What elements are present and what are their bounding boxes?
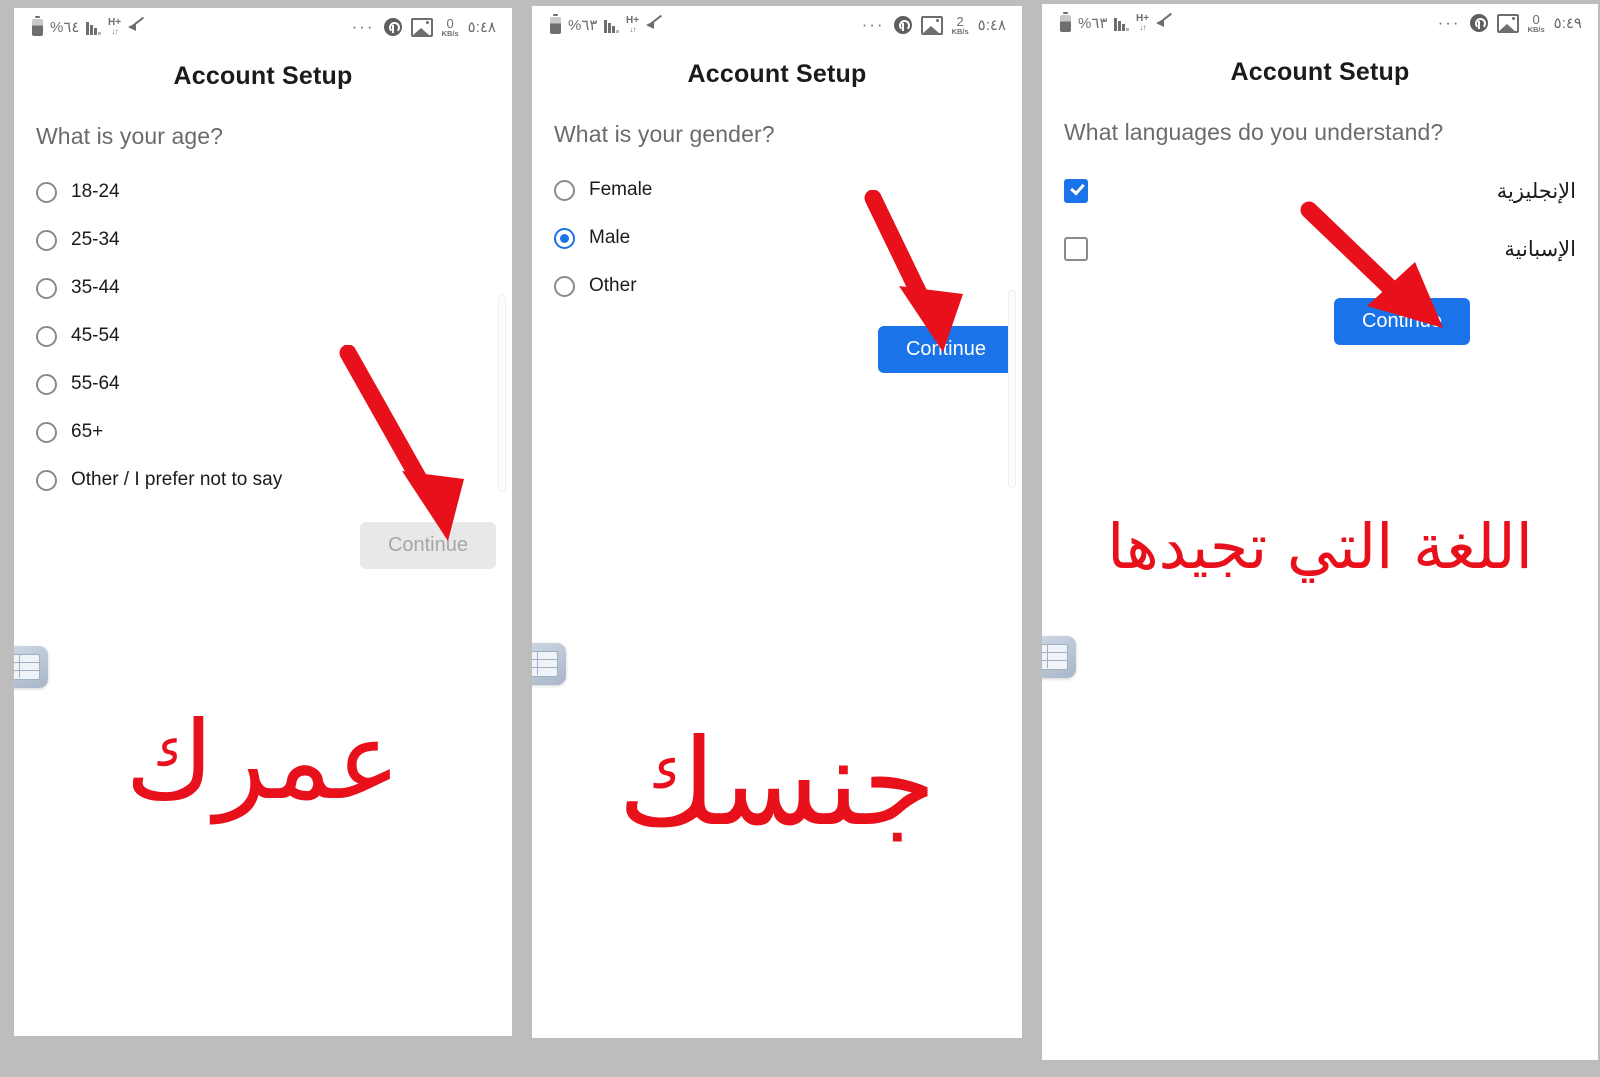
radio-icon[interactable] (36, 469, 57, 491)
status-bar-left-group: %٦٣ H+ ↓↑ (550, 13, 663, 34)
battery-percent-label: %٦٤ (50, 19, 80, 36)
battery-icon (550, 13, 561, 34)
phone-screenshot-languages-step: %٦٣ H+ ↓↑ ··· 0 KB/s ٥:٤٩ Account Setup (1042, 4, 1598, 1060)
continue-button[interactable]: Continue (359, 522, 496, 569)
checkbox-option-english[interactable]: الإنجليزية (1064, 162, 1576, 220)
annotation-text-languages: اللغة التي تجيدها (1107, 510, 1533, 583)
battery-icon (32, 15, 43, 36)
status-bar-right-group: ··· 2 KB/s ٥:٤٨ (862, 15, 1006, 36)
status-bar: %٦٣ H+ ↓↑ ··· 0 KB/s ٥:٤٩ (1042, 4, 1598, 42)
more-dots-icon: ··· (861, 15, 885, 34)
phone-screenshot-age-step: %٦٤ H+ ↓↑ ··· 0 KB/s ٥:٤٨ Account Setup (14, 8, 512, 1036)
continue-button-row: Continue (532, 310, 1022, 373)
radio-icon[interactable] (36, 373, 57, 395)
status-bar-right-group: ··· 0 KB/s ٥:٤٨ (352, 17, 496, 38)
radio-option-other[interactable]: Other / I prefer not to say (36, 456, 512, 504)
page-title: Account Setup (1230, 58, 1410, 86)
age-options-group: 18-24 25-34 35-44 45-54 55-64 65+ Other … (14, 150, 512, 504)
question-label: What is your age? (36, 123, 224, 149)
clock: ٥:٤٩ (1553, 15, 1582, 32)
data-speed-indicator: 2 KB/s (951, 13, 969, 36)
signal-bars-icon (604, 18, 619, 33)
continue-button-row: Continue (1042, 278, 1598, 345)
annotation-text-age: عمرك (125, 699, 401, 824)
keyboard-switcher-icon[interactable] (532, 643, 566, 685)
screenshot-collage: %٦٤ H+ ↓↑ ··· 0 KB/s ٥:٤٨ Account Setup (0, 0, 1600, 1077)
radio-icon[interactable] (36, 277, 57, 299)
more-dots-icon: ··· (351, 17, 375, 36)
vpn-icon (383, 18, 402, 36)
scrollbar[interactable] (498, 294, 506, 492)
screenshot-icon (920, 15, 943, 35)
volume-muted-icon (1156, 12, 1173, 31)
volume-muted-icon (646, 14, 663, 33)
network-hplus-icon: H+ ↓↑ (1135, 13, 1150, 32)
checkbox-option-spanish[interactable]: الإسبانية (1064, 220, 1576, 278)
keyboard-switcher-icon[interactable] (1042, 636, 1076, 678)
signal-bars-icon (86, 20, 101, 35)
network-hplus-icon: H+ ↓↑ (107, 17, 122, 36)
radio-icon-selected[interactable] (554, 227, 575, 249)
radio-option-55-64[interactable]: 55-64 (36, 360, 512, 408)
radio-option-25-34[interactable]: 25-34 (36, 216, 512, 264)
radio-icon[interactable] (36, 325, 57, 347)
status-bar-left-group: %٦٣ H+ ↓↑ (1060, 11, 1173, 32)
radio-option-65-plus[interactable]: 65+ (36, 408, 512, 456)
status-bar-left-group: %٦٤ H+ ↓↑ (32, 15, 145, 36)
continue-button-row: Continue (14, 504, 512, 569)
vpn-icon (893, 16, 912, 34)
radio-option-45-54[interactable]: 45-54 (36, 312, 512, 360)
scrollbar[interactable] (1008, 290, 1016, 488)
phone-screenshot-gender-step: %٦٣ H+ ↓↑ ··· 2 KB/s ٥:٤٨ Account Setup (532, 6, 1022, 1038)
radio-option-female[interactable]: Female (554, 166, 1022, 214)
continue-button[interactable]: Continue (877, 326, 1014, 373)
battery-percent-label: %٦٣ (1078, 15, 1108, 32)
page-title: Account Setup (173, 62, 353, 90)
page-title: Account Setup (687, 60, 867, 88)
more-dots-icon: ··· (1437, 13, 1461, 32)
screenshot-icon (410, 17, 433, 37)
gender-options-group: Female Male Other (532, 148, 1022, 310)
question-label: What languages do you understand? (1064, 119, 1444, 145)
signal-bars-icon (1114, 16, 1129, 31)
keyboard-switcher-icon[interactable] (14, 646, 48, 688)
battery-icon (1060, 11, 1071, 32)
radio-option-male[interactable]: Male (554, 214, 1022, 262)
radio-option-other[interactable]: Other (554, 262, 1022, 310)
question-label: What is your gender? (554, 121, 775, 147)
clock: ٥:٤٨ (977, 17, 1006, 34)
radio-icon[interactable] (36, 229, 57, 251)
checkbox-icon-checked[interactable] (1064, 179, 1088, 203)
status-bar-right-group: ··· 0 KB/s ٥:٤٩ (1438, 13, 1582, 34)
radio-icon[interactable] (554, 179, 575, 201)
battery-percent-label: %٦٣ (568, 17, 598, 34)
status-bar: %٦٤ H+ ↓↑ ··· 0 KB/s ٥:٤٨ (14, 8, 512, 46)
radio-option-18-24[interactable]: 18-24 (36, 168, 512, 216)
clock: ٥:٤٨ (467, 19, 496, 36)
continue-button[interactable]: Continue (1333, 298, 1470, 345)
radio-icon[interactable] (36, 181, 57, 203)
volume-muted-icon (128, 16, 145, 35)
status-bar: %٦٣ H+ ↓↑ ··· 2 KB/s ٥:٤٨ (532, 6, 1022, 44)
data-speed-indicator: 0 KB/s (441, 15, 459, 38)
vpn-icon (1469, 14, 1488, 32)
language-options-group: الإنجليزية الإسبانية (1042, 146, 1598, 278)
data-speed-indicator: 0 KB/s (1527, 11, 1545, 34)
annotation-text-gender: جنسك (617, 714, 937, 853)
radio-icon[interactable] (554, 275, 575, 297)
screenshot-icon (1496, 13, 1519, 33)
radio-icon[interactable] (36, 421, 57, 443)
checkbox-icon[interactable] (1064, 237, 1088, 261)
radio-option-35-44[interactable]: 35-44 (36, 264, 512, 312)
network-hplus-icon: H+ ↓↑ (625, 15, 640, 34)
